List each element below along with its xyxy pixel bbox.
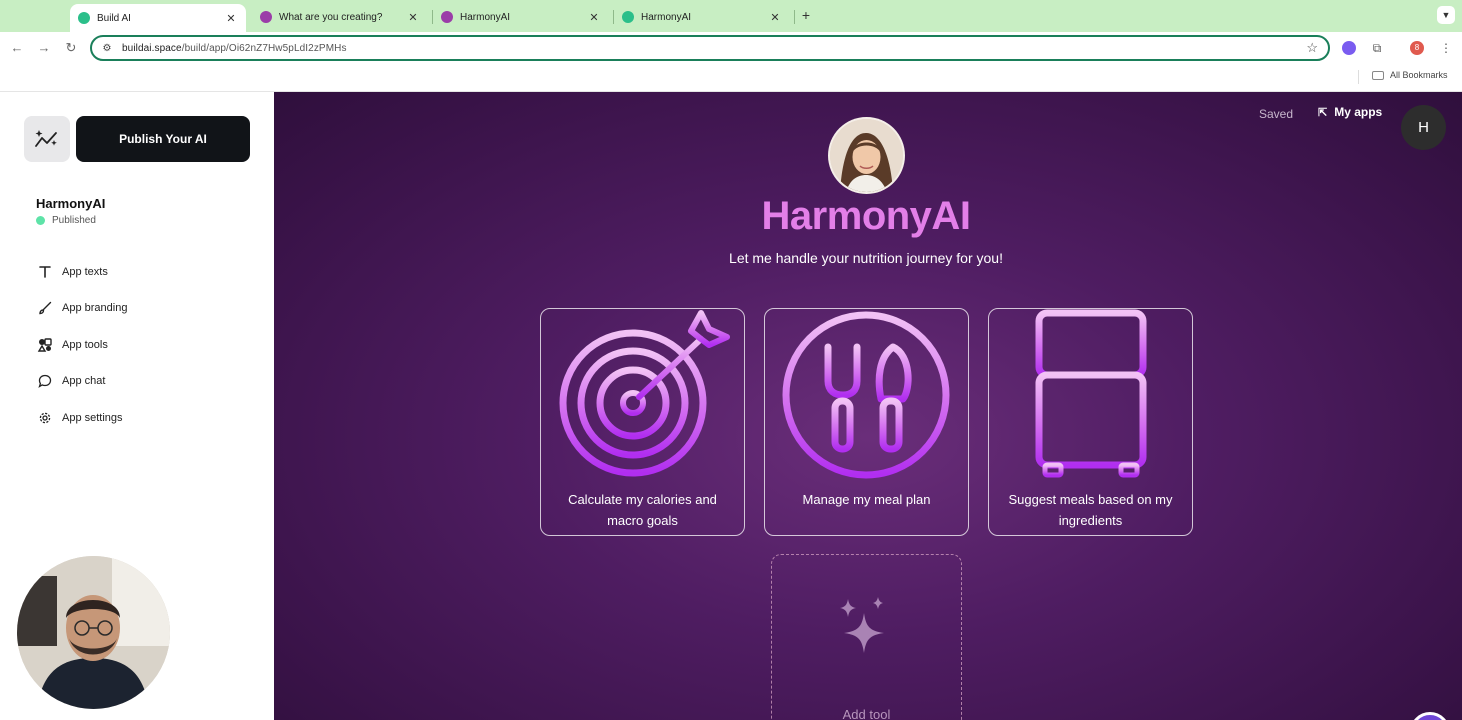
my-apps-label: My apps	[1334, 105, 1383, 119]
profile-avatar[interactable]: 8	[1410, 41, 1424, 55]
tab-favicon-icon	[441, 11, 453, 23]
app-title: HarmonyAI	[761, 194, 971, 238]
status-badge: Published	[36, 215, 96, 226]
address-bar[interactable]: ⚙ buildai.space/build/app/Oi62nZ7Hw5pLdI…	[90, 35, 1330, 61]
tab-close-icon[interactable]: ✕	[587, 11, 601, 24]
url-text: buildai.space/build/app/Oi62nZ7Hw5pLdI2z…	[122, 42, 347, 54]
target-arrow-icon	[559, 310, 730, 477]
folder-icon	[1372, 70, 1384, 80]
status-label: Published	[52, 215, 96, 226]
all-bookmarks-label: All Bookmarks	[1390, 70, 1448, 80]
tool-card-label: Suggest meals based on my ingredients	[1008, 492, 1173, 528]
sidebar-item-label: App chat	[62, 375, 106, 387]
sidebar-item-label: App settings	[62, 412, 123, 424]
webcam-overlay	[17, 556, 170, 709]
back-icon[interactable]: ←	[9, 40, 25, 56]
assistant-portrait-image	[830, 119, 903, 192]
tool-card-ingredients[interactable]: Suggest meals based on my ingredients	[988, 308, 1193, 536]
presenter-video-image	[17, 556, 170, 709]
tab-search-button[interactable]: ▼	[1437, 6, 1455, 24]
sparkle-chart-icon	[35, 130, 57, 147]
browser-toolbar: ← → ↻ ⚙ buildai.space/build/app/Oi62nZ7H…	[0, 32, 1462, 64]
tab-close-icon[interactable]: ✕	[406, 11, 420, 24]
tab-favicon-icon	[78, 12, 90, 24]
fork-knife-icon	[782, 311, 950, 479]
tab-title: Build AI	[97, 12, 131, 24]
tool-card-label: Calculate my calories and macro goals	[568, 492, 717, 528]
new-tab-button[interactable]: +	[798, 6, 814, 24]
bookmark-star-icon[interactable]: ☆	[1306, 40, 1318, 56]
sidebar-item-app-texts[interactable]: App texts	[36, 262, 108, 282]
reload-icon[interactable]: ↻	[63, 40, 79, 56]
tool-card-label: Manage my meal plan	[802, 492, 931, 507]
brush-icon	[36, 299, 54, 317]
user-avatar[interactable]: H	[1401, 105, 1446, 150]
app-name: HarmonyAI	[36, 196, 106, 211]
tab-title: HarmonyAI	[641, 11, 692, 23]
assistant-avatar	[828, 117, 905, 194]
chat-icon	[36, 372, 54, 390]
fridge-icon	[1035, 309, 1147, 478]
tab-divider	[794, 10, 795, 24]
browser-menu-icon[interactable]: ⋮	[1439, 41, 1453, 55]
tab-title: What are you creating?	[279, 11, 383, 23]
publish-button[interactable]: Publish Your AI	[76, 116, 250, 162]
tab-title: HarmonyAI	[460, 11, 511, 23]
site-info-icon[interactable]: ⚙	[100, 43, 114, 54]
browser-tab-what-are-you-creating[interactable]: What are you creating? ✕	[252, 4, 428, 30]
browser-tab-harmonyai-1[interactable]: HarmonyAI ✕	[433, 4, 609, 30]
tool-card-calories[interactable]: Calculate my calories and macro goals	[540, 308, 745, 536]
browser-tab-harmonyai-2[interactable]: HarmonyAI ✕	[614, 4, 790, 30]
external-link-icon: ⇱	[1318, 106, 1328, 119]
sidebar-item-app-tools[interactable]: App tools	[36, 335, 108, 355]
add-tool-label: Add tool	[842, 707, 891, 720]
chat-launcher-button[interactable]	[1410, 712, 1450, 720]
tab-close-icon[interactable]: ✕	[224, 12, 238, 25]
sidebar-item-label: App branding	[62, 302, 128, 314]
browser-tab-bar: Build AI ✕ What are you creating? ✕ Harm…	[0, 0, 1462, 32]
tab-favicon-icon	[622, 11, 634, 23]
tab-close-icon[interactable]: ✕	[768, 11, 782, 24]
bookmarks-divider	[1358, 70, 1359, 84]
tab-favicon-icon	[260, 11, 272, 23]
add-tool-button[interactable]: Add tool	[771, 554, 962, 720]
app-preview: Saved ⇱ My apps H HarmonyAI Let me handl…	[274, 92, 1462, 720]
gear-icon	[36, 409, 54, 427]
sidebar-item-label: App texts	[62, 266, 108, 278]
text-icon	[36, 263, 54, 281]
my-apps-link[interactable]: ⇱ My apps	[1318, 105, 1382, 119]
shapes-icon	[36, 336, 54, 354]
app-subtitle: Let me handle your nutrition journey for…	[729, 250, 1003, 266]
sparkles-icon	[840, 597, 884, 653]
tool-card-meal-plan[interactable]: Manage my meal plan	[764, 308, 969, 536]
browser-tab-build-ai[interactable]: Build AI ✕	[70, 4, 246, 32]
sidebar-item-label: App tools	[62, 339, 108, 351]
forward-icon[interactable]: →	[36, 40, 52, 56]
status-dot	[36, 216, 45, 225]
bookmarks-bar: All Bookmarks	[0, 64, 1462, 92]
magic-wand-button[interactable]	[24, 116, 70, 162]
sidebar-item-app-chat[interactable]: App chat	[36, 371, 105, 391]
sidebar-item-app-branding[interactable]: App branding	[36, 298, 127, 318]
all-bookmarks-button[interactable]: All Bookmarks	[1372, 70, 1448, 80]
sidebar-item-app-settings[interactable]: App settings	[36, 408, 123, 428]
extension-icon[interactable]	[1342, 41, 1356, 55]
extensions-puzzle-icon[interactable]: ⧉	[1370, 41, 1384, 55]
save-status: Saved	[1259, 107, 1294, 121]
